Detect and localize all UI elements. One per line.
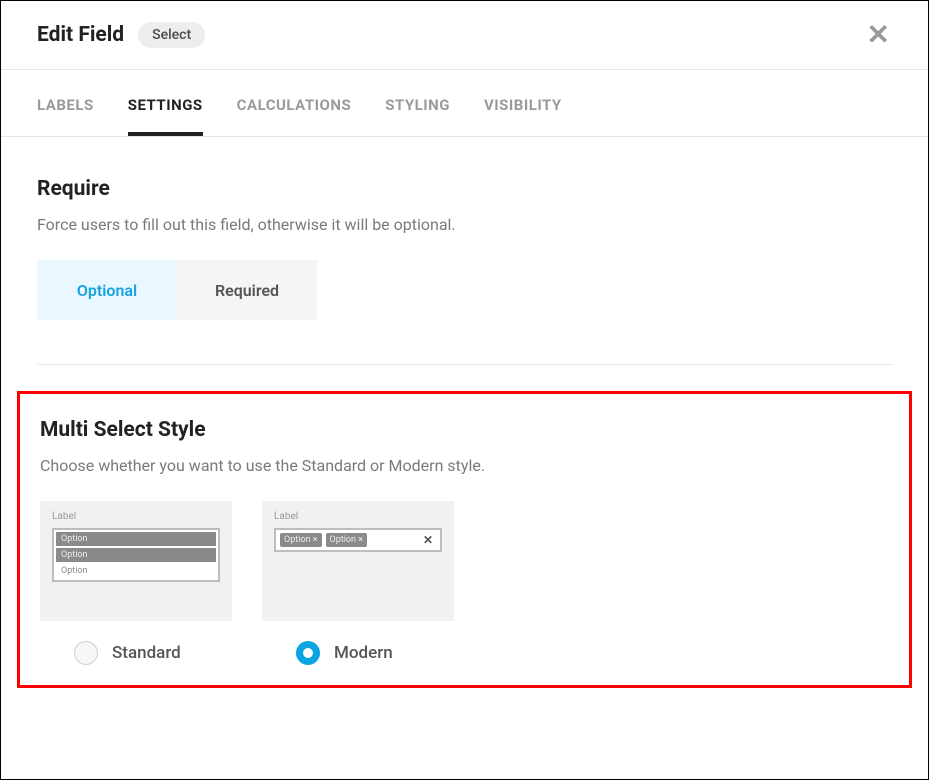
section-divider [37, 364, 892, 365]
require-toggle-group: Optional Required [37, 260, 892, 320]
preview-row: Option [56, 532, 216, 546]
preview-row: Option [56, 548, 216, 562]
radio-standard[interactable] [74, 641, 98, 665]
tab-settings[interactable]: SETTINGS [128, 70, 203, 136]
multiselect-highlight: Multi Select Style Choose whether you wa… [17, 391, 912, 688]
tab-styling[interactable]: STYLING [385, 70, 450, 136]
require-description: Force users to fill out this field, othe… [37, 215, 892, 234]
tab-calculations[interactable]: CALCULATIONS [237, 70, 352, 136]
multiselect-description: Choose whether you want to use the Stand… [40, 456, 889, 475]
tab-labels[interactable]: LABELS [37, 70, 94, 136]
radio-modern-label: Modern [334, 643, 393, 663]
preview-row: Option [56, 564, 216, 578]
tab-bar: LABELS SETTINGS CALCULATIONS STYLING VIS… [1, 70, 928, 137]
preview-label: Label [274, 511, 442, 522]
preview-tag: Option × [326, 533, 368, 547]
field-type-chip: Select [138, 22, 205, 48]
close-icon: ✕ [867, 18, 890, 51]
require-heading: Require [37, 177, 892, 201]
preview-listbox: Option Option Option [52, 528, 220, 582]
preview-tagbox: Option × Option × ✕ [274, 528, 442, 552]
preview-modern[interactable]: Label Option × Option × ✕ [262, 501, 454, 621]
close-button[interactable]: ✕ [857, 17, 900, 53]
require-option-required[interactable]: Required [177, 260, 317, 320]
preview-tag: Option × [280, 533, 322, 547]
preview-standard[interactable]: Label Option Option Option [40, 501, 232, 621]
require-option-optional[interactable]: Optional [37, 260, 177, 320]
radio-modern[interactable] [296, 641, 320, 665]
clear-icon: ✕ [423, 533, 436, 547]
multiselect-heading: Multi Select Style [40, 418, 889, 442]
tab-visibility[interactable]: VISIBILITY [484, 70, 562, 136]
page-title: Edit Field [37, 23, 124, 47]
preview-label: Label [52, 511, 220, 522]
radio-standard-label: Standard [112, 643, 181, 663]
